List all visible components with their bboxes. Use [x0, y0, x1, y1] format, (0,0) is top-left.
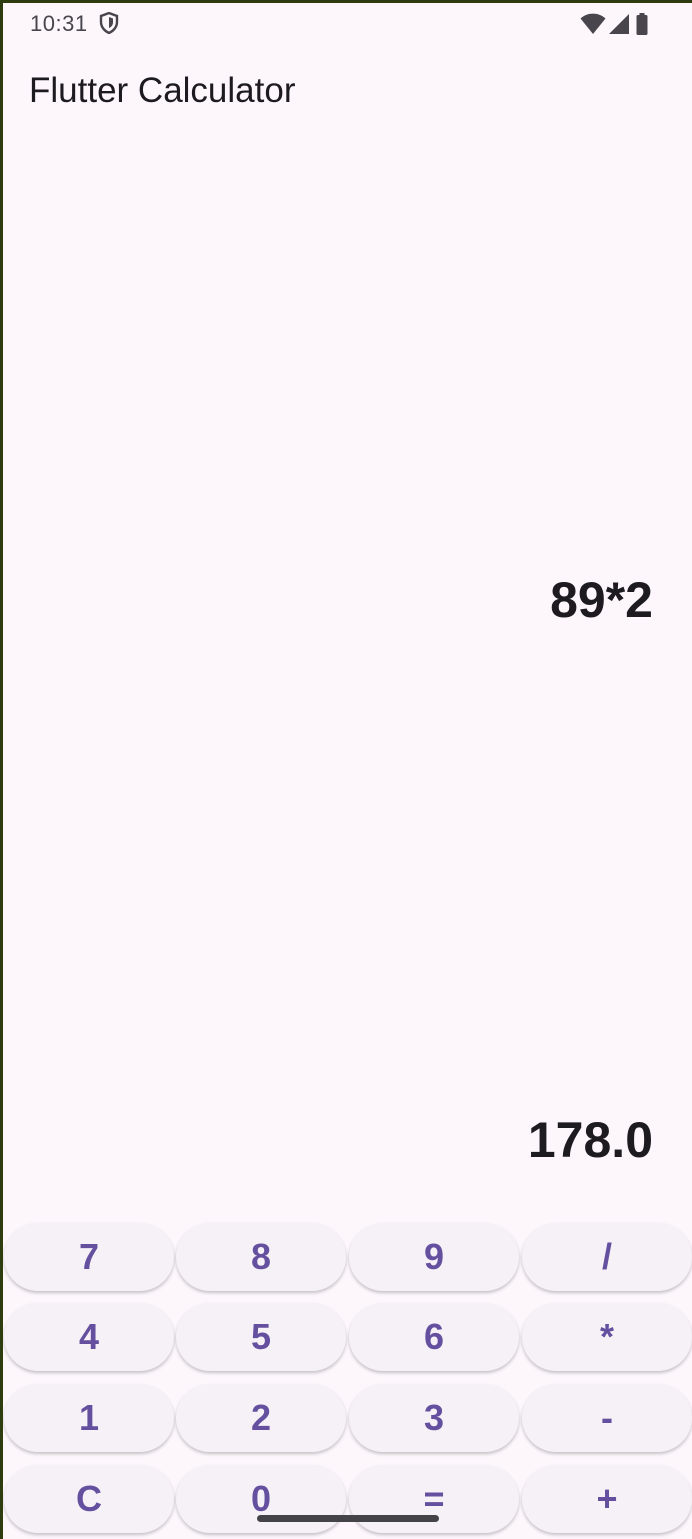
key-5-button[interactable]: 5	[176, 1303, 346, 1371]
key-0-button[interactable]: 0	[176, 1465, 346, 1533]
key-6-button[interactable]: 6	[349, 1303, 519, 1371]
wifi-icon	[580, 13, 606, 34]
status-bar: 10:31	[3, 3, 692, 43]
key-clear-button[interactable]: C	[4, 1465, 174, 1533]
key-2-button[interactable]: 2	[176, 1384, 346, 1452]
home-indicator[interactable]	[257, 1515, 439, 1522]
expression-display: 89*2	[550, 572, 653, 628]
key-9-button[interactable]: 9	[349, 1223, 519, 1291]
key-1-button[interactable]: 1	[4, 1384, 174, 1452]
status-time: 10:31	[30, 11, 88, 36]
key-4-button[interactable]: 4	[4, 1303, 174, 1371]
key-8-button[interactable]: 8	[176, 1223, 346, 1291]
key-divide-button[interactable]: /	[522, 1223, 692, 1291]
shield-icon	[99, 11, 119, 35]
key-multiply-button[interactable]: *	[522, 1303, 692, 1371]
key-add-button[interactable]: +	[522, 1465, 692, 1533]
key-7-button[interactable]: 7	[4, 1223, 174, 1291]
result-display: 178.0	[527, 1112, 653, 1168]
key-3-button[interactable]: 3	[349, 1384, 519, 1452]
app-title: Flutter Calculator	[29, 71, 296, 110]
calculator-screen: 10:31 Flutter Calculator 89*2 178.0 7 8	[3, 3, 692, 1539]
keypad: 7 8 9 / 4 5 6 * 1 2 3 - C 0 = +	[3, 1223, 692, 1539]
key-subtract-button[interactable]: -	[522, 1384, 692, 1452]
battery-icon	[636, 13, 648, 35]
key-equals-button[interactable]: =	[349, 1465, 519, 1533]
signal-icon	[609, 14, 629, 34]
